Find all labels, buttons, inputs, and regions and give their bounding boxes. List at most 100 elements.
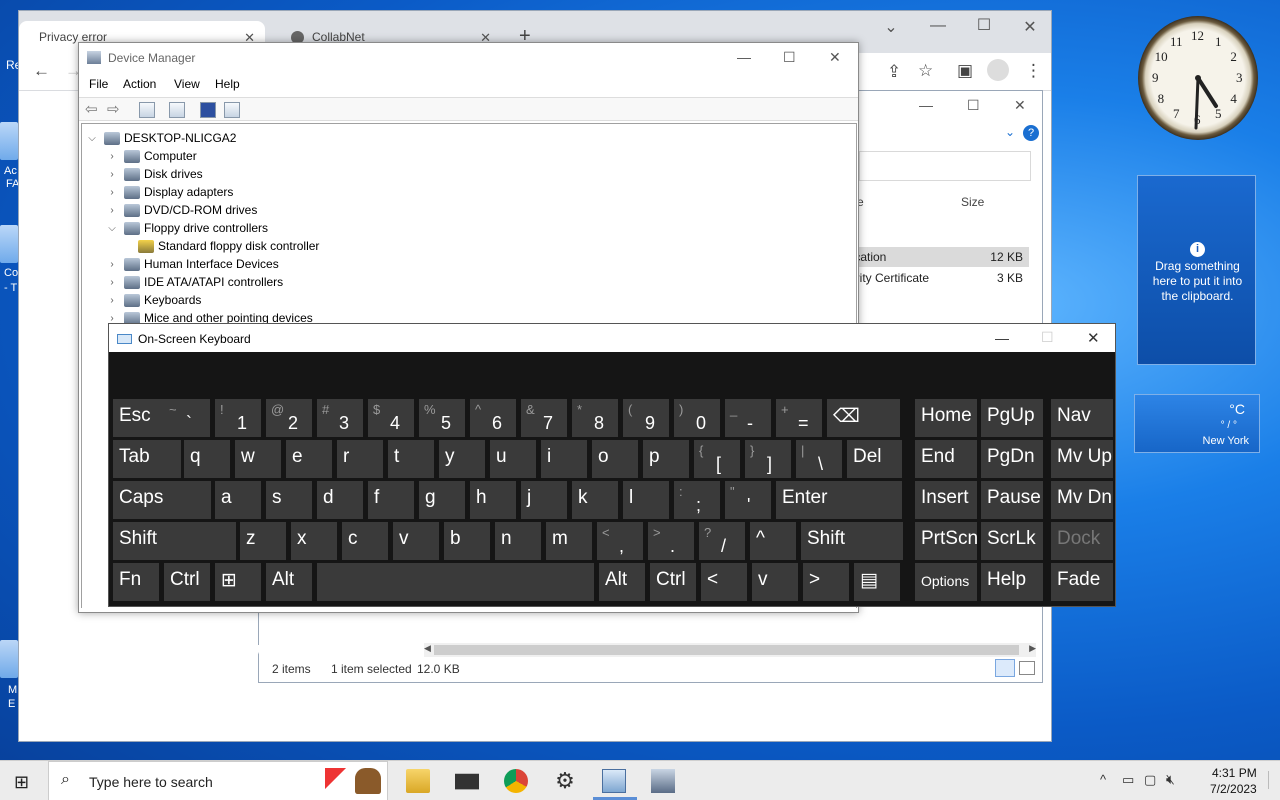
key-menu[interactable]: ▤ — [854, 563, 900, 601]
menu-action[interactable]: Action — [123, 77, 156, 91]
key-symbol[interactable]: ^ — [750, 522, 796, 560]
key-symbol[interactable]: + = — [776, 399, 822, 437]
tree-node-standard-floppy-controller[interactable]: Standard floppy disk controller — [132, 237, 319, 255]
chevron-down-icon[interactable]: ⌵ — [106, 223, 118, 234]
volume-muted-icon[interactable]: 🔇︎ — [1166, 771, 1175, 788]
expand-ribbon-icon[interactable]: ⌄ — [1005, 125, 1015, 139]
tree-node-computer-root[interactable]: ⌵ DESKTOP-NLICGA2 — [86, 129, 236, 147]
key-alt[interactable]: Alt — [266, 563, 312, 601]
key-caps[interactable]: Caps — [113, 481, 211, 519]
key-e[interactable]: e — [286, 440, 332, 478]
key-d[interactable]: d — [317, 481, 363, 519]
key-q[interactable]: q — [184, 440, 230, 478]
close-button[interactable]: ✕ — [829, 49, 841, 66]
scroll-left-icon[interactable]: ◀ — [424, 643, 431, 654]
key-8[interactable]: * 8 — [572, 399, 618, 437]
key-g[interactable]: g — [419, 481, 465, 519]
clock-date[interactable]: 7/2/2023 — [1210, 782, 1257, 796]
menu-view[interactable]: View — [174, 77, 200, 91]
key-symbol[interactable]: < — [701, 563, 747, 601]
key-i[interactable]: i — [541, 440, 587, 478]
profile-icon[interactable] — [987, 59, 1009, 81]
tree-node-floppy-controllers[interactable]: ⌵ Floppy drive controllers — [106, 219, 268, 237]
key-tab[interactable]: Tab — [113, 440, 181, 478]
desktop-icon[interactable] — [0, 122, 18, 160]
key-a[interactable]: a — [215, 481, 261, 519]
tree-node-dvd-drives[interactable]: › DVD/CD-ROM drives — [106, 201, 257, 219]
key-symbol[interactable]: " ' — [725, 481, 771, 519]
clipboard-gadget[interactable]: i Drag something here to put it into the… — [1137, 175, 1256, 365]
key-alt[interactable]: Alt — [599, 563, 645, 601]
device-manager-icon[interactable] — [651, 769, 675, 793]
maximize-button[interactable]: ☐ — [967, 97, 980, 114]
key-symbol[interactable]: ? / — [699, 522, 745, 560]
minimize-button[interactable]: — — [737, 49, 751, 65]
chevron-right-icon[interactable]: › — [106, 259, 118, 270]
on-screen-keyboard-icon[interactable] — [593, 769, 637, 800]
key-symbol[interactable]: >. — [648, 522, 694, 560]
key-t[interactable]: t — [388, 440, 434, 478]
scrollbar-thumb[interactable] — [434, 645, 1019, 655]
key-shift[interactable]: Shift — [801, 522, 903, 560]
properties-icon[interactable] — [169, 102, 185, 118]
key-h[interactable]: h — [470, 481, 516, 519]
help-icon[interactable] — [200, 102, 216, 118]
monitor-icon[interactable]: ▢ — [1144, 772, 1156, 788]
tree-node-ide-controllers[interactable]: › IDE ATA/ATAPI controllers — [106, 273, 283, 291]
menu-kebab-icon[interactable]: ⋮ — [1025, 61, 1042, 81]
key-del[interactable]: Del — [847, 440, 902, 478]
tree-node-hid[interactable]: › Human Interface Devices — [106, 255, 278, 273]
key-fn[interactable]: Fn — [113, 563, 159, 601]
large-icons-view-icon[interactable] — [1019, 661, 1035, 675]
chevron-right-icon[interactable]: › — [106, 169, 118, 180]
close-button[interactable]: ✕ — [1014, 97, 1026, 114]
key-6[interactable]: ^ 6 — [470, 399, 516, 437]
key-symbol[interactable]: {[ — [694, 440, 740, 478]
key-u[interactable]: u — [490, 440, 536, 478]
bookmark-star-icon[interactable]: ☆ — [918, 61, 933, 81]
side-panel-icon[interactable]: ▣ — [957, 61, 973, 81]
tree-node-keyboards[interactable]: › Keyboards — [106, 291, 201, 309]
help-icon[interactable]: ? — [1023, 125, 1039, 141]
key-end[interactable]: End — [915, 440, 977, 478]
key-pause[interactable]: Pause — [981, 481, 1043, 519]
key-symbol[interactable]: }] — [745, 440, 791, 478]
key-shift[interactable]: Shift — [113, 522, 236, 560]
key-0[interactable]: ) 0 — [674, 399, 720, 437]
chevron-right-icon[interactable]: › — [106, 187, 118, 198]
key-o[interactable]: o — [592, 440, 638, 478]
scroll-right-icon[interactable]: ▶ — [1029, 643, 1036, 654]
key-5[interactable]: % 5 — [419, 399, 465, 437]
show-hide-console-tree-icon[interactable] — [139, 102, 155, 118]
windows-start-icon[interactable]: ⊞ — [14, 772, 29, 793]
chevron-right-icon[interactable]: › — [106, 277, 118, 288]
chevron-right-icon[interactable]: › — [106, 151, 118, 162]
chevron-up-icon[interactable]: ^ — [1100, 772, 1106, 787]
tree-node-disk-drives[interactable]: › Disk drives — [106, 165, 202, 183]
network-icon[interactable]: ▭ — [1122, 772, 1134, 788]
key-x[interactable]: x — [291, 522, 337, 560]
weather-gadget[interactable]: °C ° / ° New York — [1134, 394, 1260, 453]
file-row[interactable]: urity Certificate 3 KB — [849, 268, 1029, 288]
key-ctrl[interactable]: Ctrl — [164, 563, 210, 601]
column-header-size[interactable]: Size — [961, 195, 984, 209]
key-enter[interactable]: Enter — [776, 481, 902, 519]
key-symbol[interactable]: > — [803, 563, 849, 601]
key-2[interactable]: @2 — [266, 399, 312, 437]
key-n[interactable]: n — [495, 522, 541, 560]
key-z[interactable]: z — [240, 522, 286, 560]
search-box[interactable]: ⌕ Type here to search — [48, 761, 388, 800]
tree-node-computer[interactable]: › Computer — [106, 147, 196, 165]
maximize-button[interactable]: ☐ — [783, 49, 796, 66]
key-v[interactable]: v — [393, 522, 439, 560]
key-ctrl[interactable]: Ctrl — [650, 563, 696, 601]
desktop-icon[interactable] — [0, 225, 18, 263]
key-m[interactable]: m — [546, 522, 592, 560]
key-space[interactable] — [317, 563, 594, 601]
key-pgdn[interactable]: PgDn — [981, 440, 1043, 478]
key-insert[interactable]: Insert — [915, 481, 977, 519]
close-button[interactable]: ✕ — [1007, 17, 1053, 37]
tab-search-icon[interactable]: ⌄ — [868, 17, 914, 37]
menu-file[interactable]: File — [89, 77, 108, 91]
chevron-right-icon[interactable]: › — [106, 295, 118, 306]
